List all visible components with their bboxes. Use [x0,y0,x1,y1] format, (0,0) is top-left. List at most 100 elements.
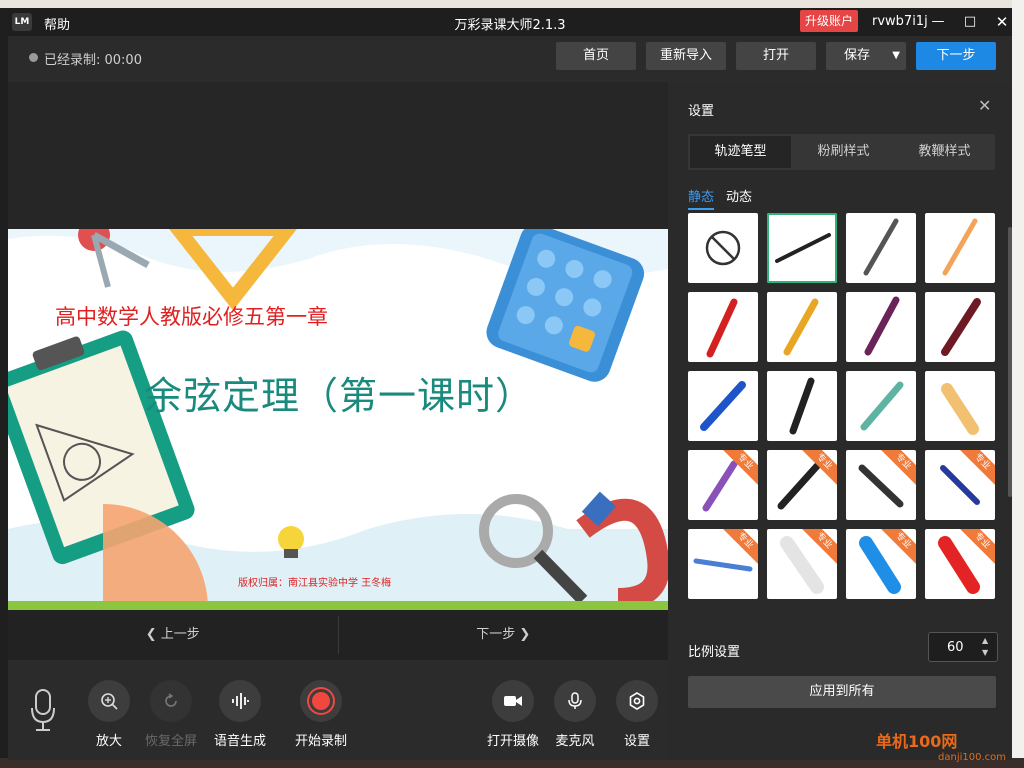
pen-dark-gray-pro[interactable]: 专业 [846,450,916,520]
recorded-time: 已经录制: 00:00 [44,53,142,68]
tab-brush-style[interactable]: 粉刷样式 [793,134,894,170]
home-button[interactable]: 首页 [556,42,636,70]
pen-black-thin[interactable] [767,213,837,283]
prev-slide-button[interactable]: ❮ 上一步 [8,610,338,660]
mic-level-icon [30,688,56,736]
pen-yellow-chalk[interactable] [925,371,995,441]
app-logo: LM [12,13,32,31]
next-step-button[interactable]: 下一步 [916,42,996,70]
slide-title: 余弦定理（第一课时） [144,374,535,418]
next-slide-label: 下一步 [476,627,516,642]
camera-icon [492,680,534,722]
tab-pointer-style[interactable]: 教鞭样式 [894,134,995,170]
pen-style-tabs: 轨迹笔型 粉刷样式 教鞭样式 [688,134,995,170]
pen-blue-pencil-pro[interactable]: 专业 [688,529,758,599]
chevron-up-icon[interactable]: ▲ [982,636,988,645]
pen-icon [942,218,978,276]
maximize-icon[interactable]: □ [960,12,980,32]
no-pen-icon [705,230,741,266]
pen-icon [863,218,899,276]
slide-bottom-strip [8,601,668,610]
top-toolbar: 已经录制: 00:00 首页 重新导入 打开 保存 ▼ 下一步 [8,36,1012,82]
pen-blue-ballpoint[interactable] [688,371,758,441]
pen-purple-marker-pro[interactable]: 专业 [688,450,758,520]
settings-label: 设置 [623,734,650,749]
start-recording-button[interactable]: 开始录制 [294,680,348,749]
sound-wave-icon [219,680,261,722]
close-icon[interactable]: ✕ [992,12,1012,32]
subtab-static[interactable]: 静态 [688,186,715,210]
slide-credit: 版权归属：南江县实验中学 王冬梅 [238,578,392,589]
pen-navy-pro[interactable]: 专业 [925,450,995,520]
zoom-in-label: 放大 [95,734,122,749]
pen-icon [783,298,819,356]
pen-black-gold-pro[interactable]: 专业 [767,450,837,520]
microphone-button[interactable]: 麦克风 [554,680,596,749]
apply-to-all-button[interactable]: 应用到所有 [688,676,996,708]
restore-label: 恢复全屏 [145,734,198,749]
pen-icon [700,381,746,431]
pen-grid: 专业 专业 专业 专业 专业 专业 专业 专业 [688,213,998,605]
restore-fullscreen-button[interactable]: 恢复全屏 [145,680,197,749]
window-title: 万彩录课大师2.1.3 [454,18,566,33]
zoom-in-button[interactable]: 放大 [88,680,130,749]
desktop-background-right [1012,0,1024,768]
pen-icon [860,381,904,431]
tab-trail-pen[interactable]: 轨迹笔型 [690,136,791,168]
pen-icon [775,233,831,263]
pen-orange-pencil[interactable] [925,213,995,283]
pen-gray-pencil[interactable] [846,213,916,283]
close-panel-icon[interactable]: ✕ [978,96,991,115]
help-menu[interactable]: 帮助 [44,14,70,33]
pen-red-chalk-pro[interactable]: 专业 [925,529,995,599]
next-slide-button[interactable]: 下一步 ❯ [339,610,669,660]
screen: LM 帮助 万彩录课大师2.1.3 升级账户 rvwb7i1j — □ ✕ 已经… [0,0,1024,768]
upgrade-account-button[interactable]: 升级账户 [800,10,859,32]
open-camera-button[interactable]: 打开摄像 [486,680,540,749]
subtab-dynamic[interactable]: 动态 [726,186,752,210]
minimize-icon[interactable]: — [928,12,948,32]
open-button[interactable]: 打开 [736,42,816,70]
slide-navigation: ❮ 上一步 下一步 ❯ [8,610,668,660]
pen-black-gel[interactable] [767,371,837,441]
restore-icon [150,680,192,722]
microphone-label: 麦克风 [555,734,595,749]
pen-maroon-fountain[interactable] [925,292,995,362]
voice-generate-button[interactable]: 语音生成 [213,680,267,749]
reimport-button[interactable]: 重新导入 [646,42,726,70]
gear-icon [616,680,658,722]
watermark-url: danji100.com [938,752,1006,763]
panel-title: 设置 [688,104,715,119]
pen-blue-chalk-pro[interactable]: 专业 [846,529,916,599]
slide-preview: 高中数学人教版必修五第一章 余弦定理（第一课时） 版权归属：南江县实验中学 王冬… [8,229,668,610]
pen-grid-scrollbar[interactable] [1008,227,1012,497]
microphone-icon [554,680,596,722]
chevron-right-icon: ❯ [515,627,531,642]
record-icon [300,680,342,722]
ratio-label: 比例设置 [688,645,741,660]
pen-icon [789,377,815,435]
pen-icon [706,298,738,358]
title-bar: LM 帮助 万彩录课大师2.1.3 升级账户 rvwb7i1j — □ ✕ [8,8,1012,36]
pen-red-ballpoint[interactable] [688,292,758,362]
username[interactable]: rvwb7i1j [872,14,928,29]
preview-background [8,82,668,229]
zoom-in-icon [88,680,130,722]
record-status-dot [29,53,38,62]
desktop-background [0,0,1024,8]
settings-button[interactable]: 设置 [616,680,658,749]
pen-purple-fountain[interactable] [846,292,916,362]
prev-slide-label: 上一步 [160,627,200,642]
pen-yellow-pencil[interactable] [767,292,837,362]
chevron-down-icon[interactable]: ▼ [892,42,900,70]
app-window: LM 帮助 万彩录课大师2.1.3 升级账户 rvwb7i1j — □ ✕ 已经… [8,8,1012,760]
pen-teal-pencil[interactable] [846,371,916,441]
pen-white-chalk-pro[interactable]: 专业 [767,529,837,599]
save-label: 保存 [843,48,870,63]
pen-icon [941,383,979,435]
pen-none[interactable] [688,213,758,283]
start-recording-label: 开始录制 [294,734,347,749]
bottom-controls: 放大 恢复全屏 语音生成 开始录制 打开摄像 麦克风 设置 [8,660,668,760]
chevron-down-icon[interactable]: ▼ [982,648,988,657]
save-button[interactable]: 保存 ▼ [826,42,906,70]
